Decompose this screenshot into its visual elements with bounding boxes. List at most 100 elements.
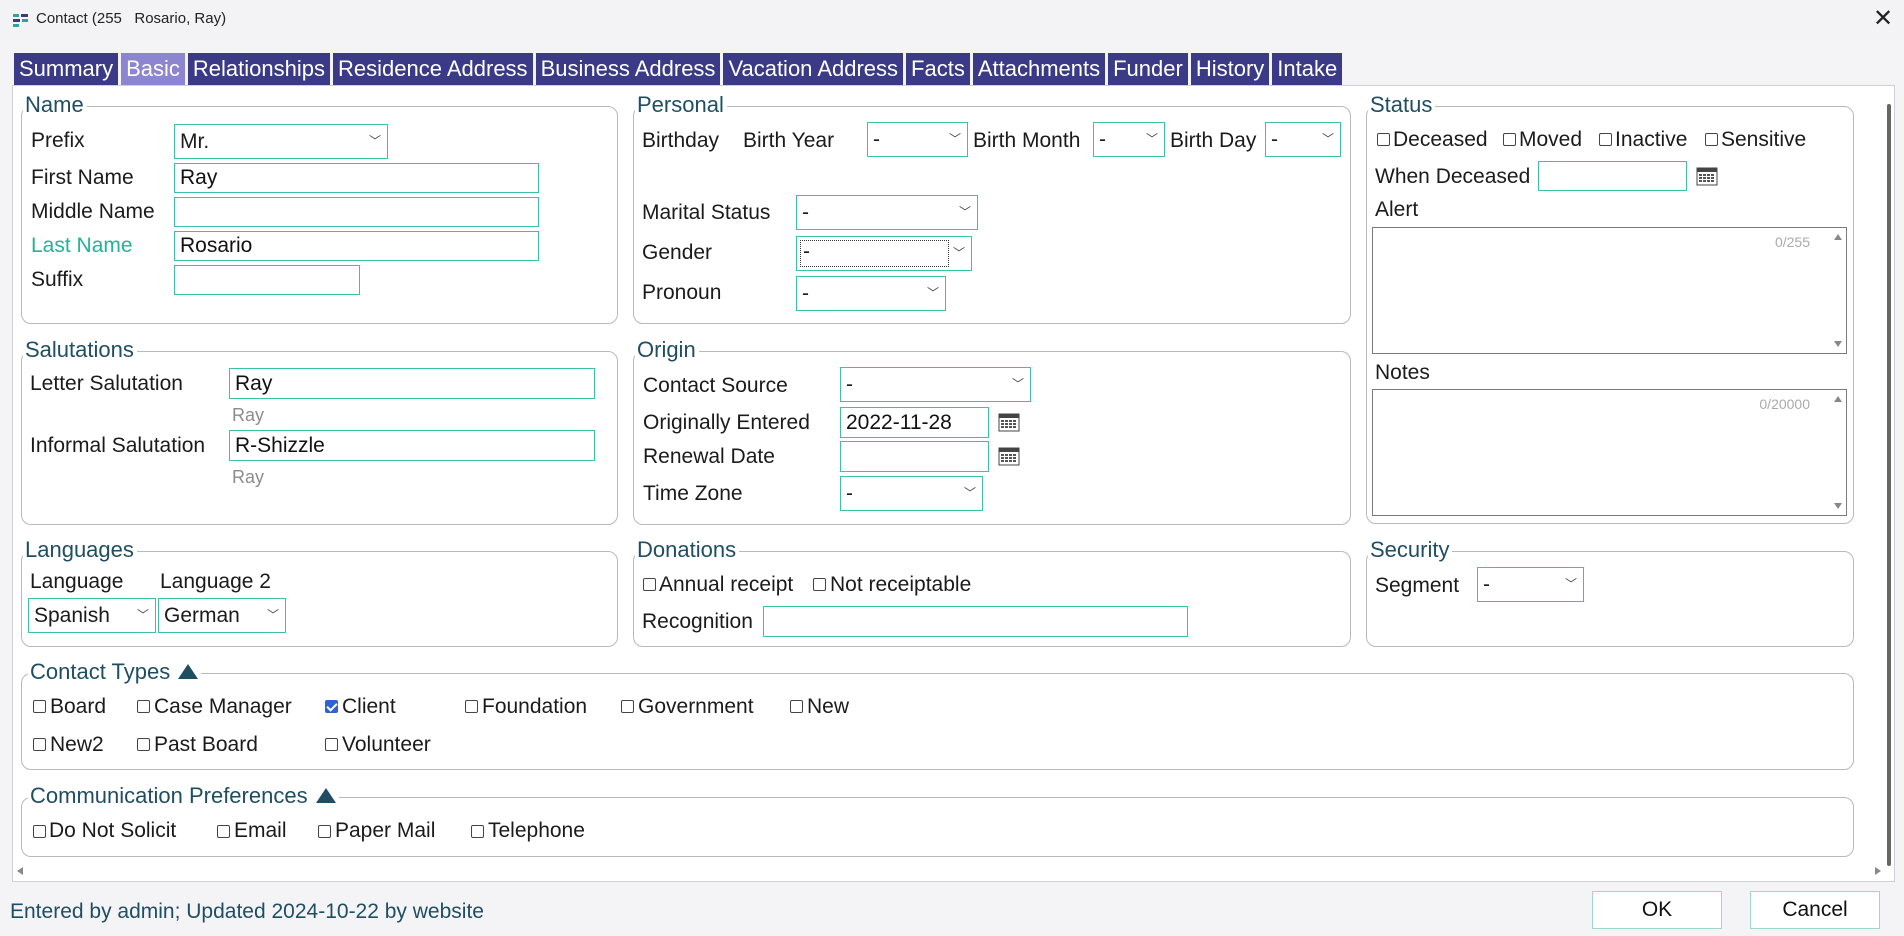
language-2-select[interactable]: German ﹀ [158,598,286,633]
board-checkbox[interactable] [33,700,46,713]
renewal-date-input[interactable] [840,441,989,472]
alert-textarea[interactable]: 0/255 [1372,227,1847,354]
when-deceased-input[interactable] [1538,161,1687,191]
new2-checkbox[interactable] [33,738,46,751]
new2-label: New2 [50,733,104,756]
contact-source-label: Contact Source [643,374,788,397]
letter-salutation-input[interactable] [229,368,595,399]
app-logo-icon [13,14,28,27]
alert-scrollbar[interactable] [1830,228,1846,353]
window-title: Contact (255 Rosario, Ray) [36,10,227,27]
contact-source-select[interactable]: - ﹀ [840,367,1031,402]
calendar-icon[interactable] [998,412,1020,432]
scrollbar-thumb[interactable] [1887,104,1891,866]
foundation-label: Foundation [482,695,588,718]
birth-month-select[interactable]: - ﹀ [1093,122,1165,157]
salutations-group-title: Salutations [23,338,137,362]
chevron-down-icon: ﹀ [1011,377,1024,391]
ok-button[interactable]: OK [1592,891,1722,929]
past-board-label: Past Board [154,733,258,756]
board-label: Board [50,695,107,718]
calendar-icon[interactable] [1696,166,1718,186]
annual-receipt-checkbox[interactable] [643,578,656,591]
collapse-triangle-icon[interactable] [315,788,336,803]
birth-day-select[interactable]: - ﹀ [1265,122,1341,157]
tab-summary[interactable]: Summary [14,53,119,85]
birth-year-label: Birth Year [743,129,835,152]
when-deceased-label: When Deceased [1375,165,1531,188]
middle-name-label: Middle Name [31,200,155,223]
do-not-solicit-checkbox[interactable] [33,825,46,838]
government-label: Government [638,695,754,718]
paper-mail-checkbox[interactable] [318,825,331,838]
foundation-checkbox[interactable] [465,700,478,713]
horizontal-scrollbar[interactable] [14,864,1884,878]
tab-basic[interactable]: Basic [121,53,185,85]
vertical-scrollbar[interactable] [1884,86,1894,870]
informal-salutation-input[interactable] [229,430,595,461]
birthday-label: Birthday [642,129,720,152]
language-select[interactable]: Spanish ﹀ [28,598,156,633]
languages-group-title: Languages [23,538,137,562]
segment-select[interactable]: - ﹀ [1477,567,1584,602]
marital-status-select[interactable]: - ﹀ [796,195,978,230]
tab-attachments[interactable]: Attachments [972,53,1106,85]
pronoun-select[interactable]: - ﹀ [796,276,946,311]
notes-scrollbar[interactable] [1830,390,1846,515]
email-label: Email [234,819,287,842]
past-board-checkbox[interactable] [137,738,150,751]
suffix-input[interactable] [174,265,360,295]
notes-textarea[interactable]: 0/20000 [1372,389,1847,516]
originally-entered-input[interactable] [840,407,989,438]
birth-year-select[interactable]: - ﹀ [867,122,968,157]
renewal-date-label: Renewal Date [643,445,775,468]
tab-business-address[interactable]: Business Address [535,53,721,85]
case-manager-label: Case Manager [154,695,292,718]
telephone-label: Telephone [488,819,585,842]
email-checkbox[interactable] [217,825,230,838]
new-checkbox[interactable] [790,700,803,713]
tab-residence-address[interactable]: Residence Address [333,53,533,85]
gender-select[interactable]: - ﹀ [796,236,972,271]
close-icon[interactable]: ✕ [1868,4,1898,34]
gender-label: Gender [642,241,713,264]
deceased-label: Deceased [1393,128,1488,151]
calendar-icon[interactable] [998,446,1020,466]
alert-char-count: 0/255 [1774,234,1810,250]
chevron-down-icon: ﹀ [1321,132,1334,146]
contact-types-group [21,673,1854,770]
recognition-label: Recognition [642,610,753,633]
chevron-down-icon: ﹀ [266,608,279,622]
time-zone-select[interactable]: - ﹀ [840,476,983,511]
prefix-select[interactable]: Mr. ﹀ [174,124,388,159]
sensitive-checkbox[interactable] [1705,133,1718,146]
segment-label: Segment [1375,574,1460,597]
tab-history[interactable]: History [1190,53,1270,85]
case-manager-checkbox[interactable] [137,700,150,713]
moved-checkbox[interactable] [1503,133,1516,146]
government-checkbox[interactable] [621,700,634,713]
first-name-input[interactable] [174,163,539,193]
chevron-down-icon: ﹀ [136,608,149,622]
annual-receipt-label: Annual receipt [659,573,794,596]
recognition-input[interactable] [763,606,1188,637]
not-receiptable-checkbox[interactable] [813,578,826,591]
tab-intake[interactable]: Intake [1272,53,1343,85]
suffix-label: Suffix [31,268,84,291]
tab-relationships[interactable]: Relationships [187,53,330,85]
tab-funder[interactable]: Funder [1108,53,1188,85]
last-name-input[interactable] [174,231,539,261]
birth-month-label: Birth Month [973,129,1081,152]
tab-vacation-address[interactable]: Vacation Address [723,53,904,85]
inactive-checkbox[interactable] [1599,133,1612,146]
telephone-checkbox[interactable] [471,825,484,838]
deceased-checkbox[interactable] [1377,133,1390,146]
client-checkbox[interactable] [325,700,338,713]
middle-name-input[interactable] [174,197,539,227]
client-label: Client [342,695,396,718]
cancel-button[interactable]: Cancel [1750,891,1880,929]
collapse-triangle-icon[interactable] [178,664,199,679]
marital-status-label: Marital Status [642,201,771,224]
tab-facts[interactable]: Facts [906,53,970,85]
volunteer-checkbox[interactable] [325,738,338,751]
